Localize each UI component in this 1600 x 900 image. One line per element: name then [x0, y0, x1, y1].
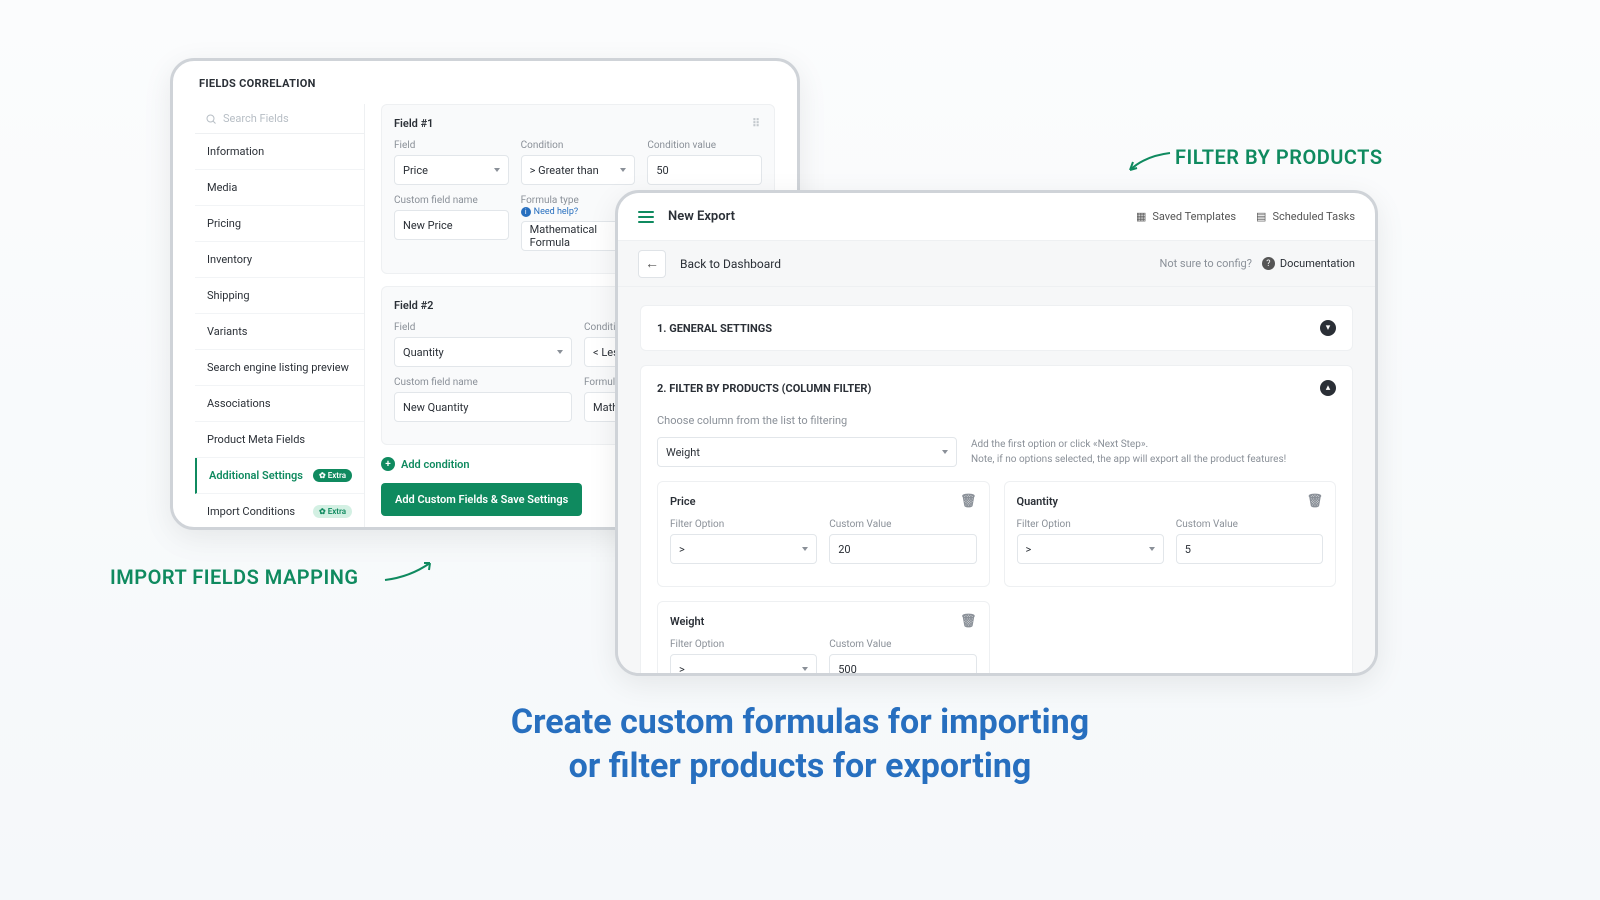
info-icon: i	[521, 207, 531, 217]
custom-value-input[interactable]: 5	[1176, 534, 1323, 564]
template-icon: ▦	[1136, 210, 1146, 223]
calendar-icon: ▤	[1256, 210, 1266, 223]
back-button[interactable]: ←	[638, 250, 666, 278]
sidebar-item-import-conditions[interactable]: Import Conditions✿ Extra	[195, 494, 364, 530]
filter-option-select[interactable]: >	[1017, 534, 1164, 564]
filter-option-select[interactable]: >	[670, 534, 817, 564]
field-1-heading: Field #1	[394, 117, 433, 130]
filter-card-quantity: Quantity🗑 Filter Option> Custom Value5	[1004, 481, 1337, 587]
search-icon	[205, 113, 217, 125]
saved-templates-link[interactable]: ▦Saved Templates	[1136, 210, 1236, 223]
chevron-up-icon[interactable]: ▴	[1320, 380, 1336, 396]
sidebar-item-inventory[interactable]: Inventory	[195, 242, 364, 278]
sidebar-item-product-meta-fields[interactable]: Product Meta Fields	[195, 422, 364, 458]
field-2-field-select[interactable]: Quantity	[394, 337, 572, 367]
export-subbar: ← Back to Dashboard Not sure to config? …	[618, 241, 1375, 287]
delete-icon[interactable]: 🗑	[960, 494, 977, 509]
column-select[interactable]: Weight	[657, 437, 957, 467]
field-1-condition-select[interactable]: > Greater than	[521, 155, 636, 185]
filter-option-select[interactable]: >	[670, 654, 817, 673]
sidebar-item-associations[interactable]: Associations	[195, 386, 364, 422]
sidebar-item-additional-settings[interactable]: Additional Settings✿ Extra	[195, 458, 364, 494]
fields-sidebar: Search Fields InformationMediaPricingInv…	[195, 104, 365, 530]
hero-text: Create custom formulas for importing or …	[0, 700, 1600, 788]
back-to-dashboard-label[interactable]: Back to Dashboard	[680, 257, 781, 271]
save-settings-button[interactable]: Add Custom Fields & Save Settings	[381, 483, 582, 516]
export-topbar: New Export ▦Saved Templates ▤Scheduled T…	[618, 193, 1375, 241]
plus-icon: +	[381, 457, 395, 471]
field-1-field-select[interactable]: Price	[394, 155, 509, 185]
sidebar-item-information[interactable]: Information	[195, 134, 364, 170]
import-fields-mapping-callout: IMPORT FIELDS MAPPING	[110, 565, 359, 589]
general-settings-section[interactable]: 1. GENERAL SETTINGS▾	[640, 305, 1353, 351]
new-export-title: New Export	[668, 209, 735, 224]
field-1-condition-value-input[interactable]: 50	[647, 155, 762, 185]
help-icon: ?	[1262, 257, 1275, 270]
field-2-custom-name-input[interactable]: New Quantity	[394, 392, 572, 422]
arrow-icon	[380, 555, 440, 585]
badge: ✿ Extra	[313, 469, 352, 482]
menu-icon[interactable]	[638, 211, 654, 223]
delete-icon[interactable]: 🗑	[1306, 494, 1323, 509]
drag-handle-icon[interactable]: ⠿	[752, 117, 762, 130]
custom-value-input[interactable]: 500	[829, 654, 976, 673]
field-1-custom-name-input[interactable]: New Price	[394, 210, 509, 240]
not-sure-label: Not sure to config?	[1159, 257, 1251, 270]
field-2-heading: Field #2	[394, 299, 433, 312]
filter-card-weight: Weight🗑 Filter Option> Custom Value500	[657, 601, 990, 673]
fields-correlation-title: FIELDS CORRELATION	[199, 77, 775, 90]
sidebar-item-media[interactable]: Media	[195, 170, 364, 206]
sidebar-item-shipping[interactable]: Shipping	[195, 278, 364, 314]
badge: ✿ Extra	[313, 505, 352, 518]
sidebar-item-pricing[interactable]: Pricing	[195, 206, 364, 242]
documentation-link[interactable]: ?Documentation	[1262, 257, 1355, 270]
new-export-window: New Export ▦Saved Templates ▤Scheduled T…	[615, 190, 1378, 676]
filter-note: Add the first option or click «Next Step…	[971, 437, 1336, 467]
chevron-down-icon: ▾	[1320, 320, 1336, 336]
filter-card-price: Price🗑 Filter Option> Custom Value20	[657, 481, 990, 587]
choose-column-label: Choose column from the list to filtering	[657, 414, 1336, 427]
filter-by-products-section: 2. FILTER BY PRODUCTS (COLUMN FILTER)▴ C…	[640, 365, 1353, 673]
sidebar-item-variants[interactable]: Variants	[195, 314, 364, 350]
custom-value-input[interactable]: 20	[829, 534, 976, 564]
filter-by-products-callout: FILTER BY PRODUCTS	[1175, 145, 1383, 169]
search-fields-input[interactable]: Search Fields	[195, 104, 364, 134]
need-help-link[interactable]: iNeed help?	[521, 207, 579, 217]
delete-icon[interactable]: 🗑	[960, 614, 977, 629]
arrow-icon	[1125, 148, 1175, 178]
sidebar-item-search-engine-listing-preview[interactable]: Search engine listing preview	[195, 350, 364, 386]
scheduled-tasks-link[interactable]: ▤Scheduled Tasks	[1256, 210, 1355, 223]
